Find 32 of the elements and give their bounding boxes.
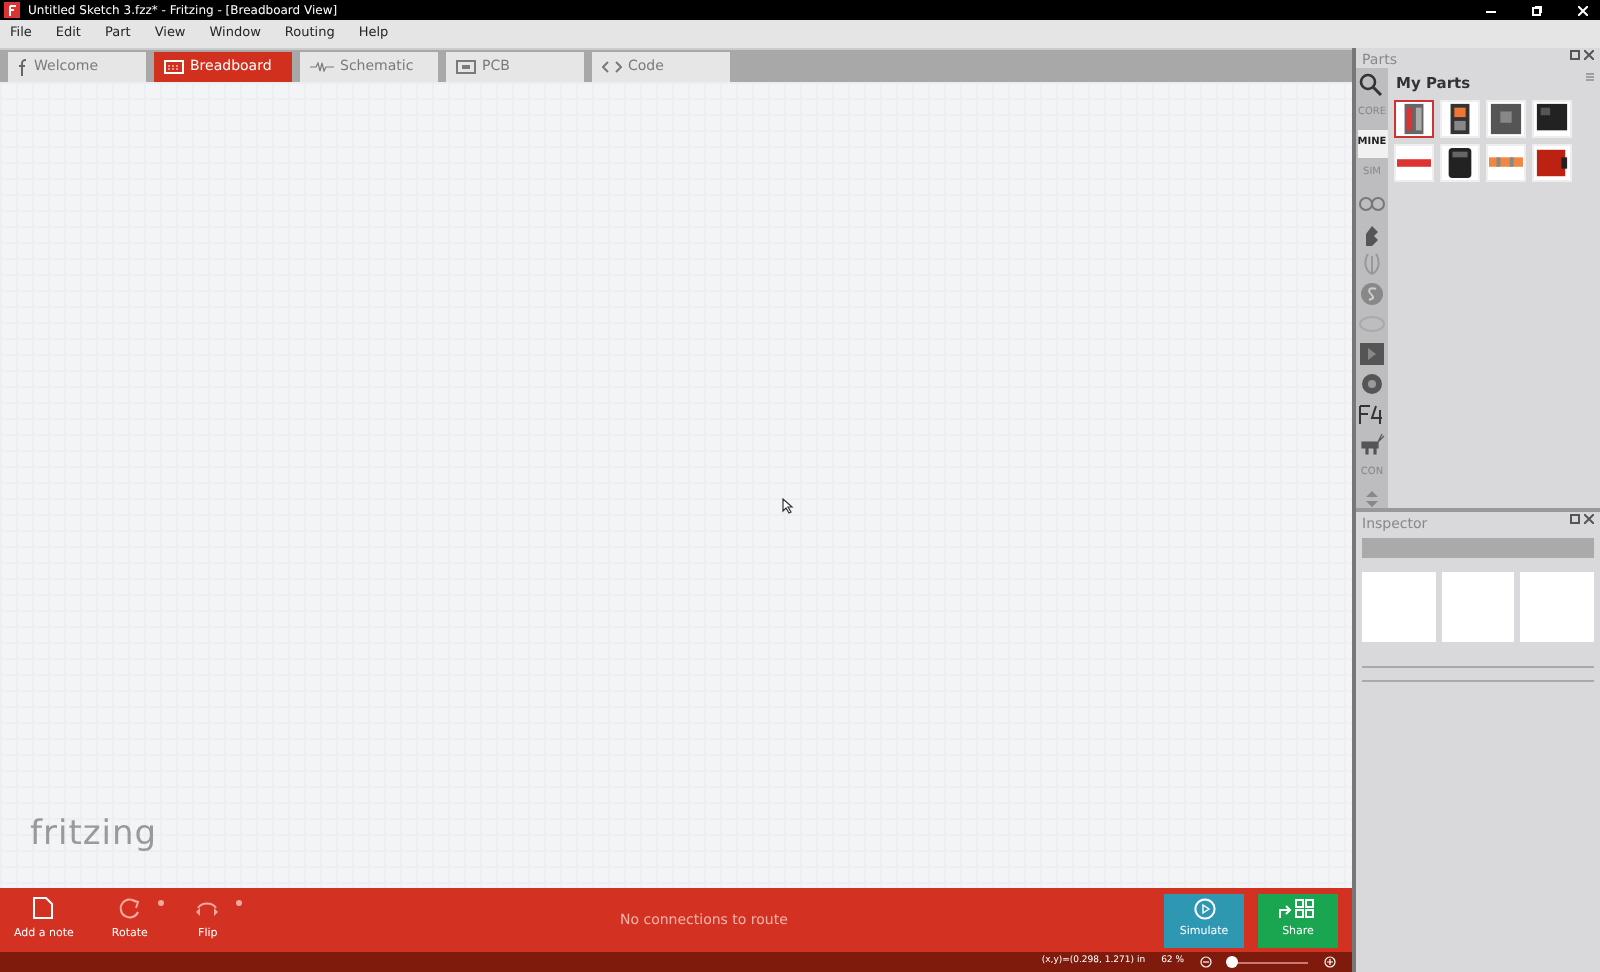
part-thumbnail[interactable]: [1394, 100, 1434, 139]
restore-icon[interactable]: [1532, 5, 1542, 15]
mouse-cursor-icon: [782, 498, 794, 514]
breadboard-icon: [164, 60, 184, 74]
dropdown-icon[interactable]: [235, 900, 242, 907]
canvas[interactable]: fritzing: [0, 82, 1352, 888]
image-frame: [1520, 572, 1595, 642]
image-frame: [1441, 572, 1515, 642]
minimize-icon[interactable]: [1486, 5, 1496, 15]
fritzing-logo: fritzing: [30, 811, 158, 857]
app-icon: [4, 2, 20, 18]
share-icon: [1278, 898, 1318, 921]
zoom-out-icon[interactable]: [1200, 956, 1212, 968]
zoom-in-icon[interactable]: [1324, 956, 1336, 968]
moose-icon[interactable]: [1357, 430, 1387, 458]
round-icon[interactable]: [1357, 370, 1387, 398]
rotate-icon: [117, 896, 142, 921]
f4-icon[interactable]: [1357, 400, 1387, 428]
image-frame: [1362, 572, 1436, 642]
float-icon[interactable]: [1570, 50, 1580, 60]
zoom-slider[interactable]: [1228, 956, 1308, 968]
resistor-icon: [310, 62, 334, 72]
play-icon: [1193, 898, 1215, 921]
float-icon[interactable]: [1570, 514, 1580, 524]
dropdown-icon[interactable]: [157, 900, 164, 907]
search-icon[interactable]: [1357, 70, 1387, 98]
slider-thumb[interactable]: [1226, 956, 1238, 968]
f-icon: [18, 58, 28, 76]
play-icon[interactable]: [1357, 340, 1387, 368]
chip-icon: [456, 60, 476, 74]
note-icon: [32, 896, 55, 921]
code-icon: [602, 60, 622, 74]
